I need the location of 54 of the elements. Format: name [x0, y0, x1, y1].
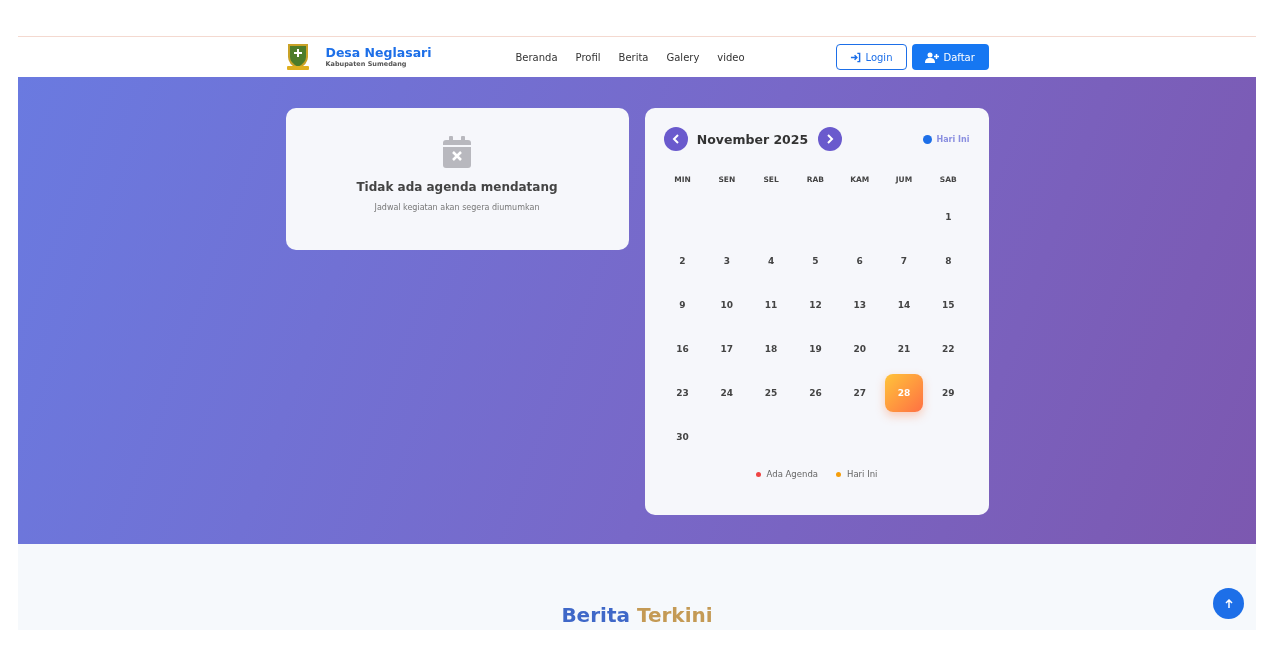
nav-link[interactable]: Galery [666, 51, 700, 63]
shield-logo-icon [285, 43, 310, 71]
month-title: November 2025 [695, 131, 810, 147]
calendar-day[interactable]: 3 [707, 242, 746, 280]
empty-agenda-text: Jadwal kegiatan akan segera diumumkan [374, 203, 540, 212]
scroll-to-top-button[interactable] [1213, 588, 1244, 619]
calendar-day[interactable]: 4 [752, 242, 791, 280]
section-heading: Berita Terkini [561, 602, 713, 628]
next-month-button[interactable] [817, 127, 842, 151]
calendar-day[interactable]: 2 [663, 242, 702, 280]
legend-label: Hari Ini [847, 469, 878, 479]
calendar-day[interactable]: 23 [663, 374, 702, 412]
calendar-day[interactable]: 7 [885, 242, 923, 280]
calendar-day[interactable]: 6 [840, 242, 879, 280]
calendar-day[interactable]: 26 [796, 374, 835, 412]
empty-agenda-title: Tidak ada agenda mendatang [356, 180, 558, 194]
today-indicator-dot [922, 134, 932, 144]
chevron-right-icon [825, 134, 834, 144]
calendar-day[interactable]: 21 [885, 330, 923, 368]
chevron-left-icon [671, 134, 680, 144]
calendar-day[interactable]: 8 [929, 242, 968, 280]
nav-link[interactable]: Beranda [515, 51, 558, 63]
nav-link[interactable]: video [717, 51, 745, 63]
nav-link[interactable]: Berita [618, 51, 649, 63]
nav-link[interactable]: Profil [575, 51, 601, 63]
calendar-day[interactable]: 10 [707, 286, 746, 324]
calendar-day[interactable]: 11 [752, 286, 791, 324]
calendar-day[interactable]: 5 [796, 242, 835, 280]
calendar-day[interactable]: 15 [929, 286, 968, 324]
site-name[interactable]: Desa Neglasari [325, 46, 432, 59]
previous-month-button[interactable] [663, 127, 688, 151]
calendar-day[interactable]: 19 [796, 330, 835, 368]
arrow-up-icon [1223, 598, 1234, 609]
add-user-icon [924, 51, 939, 63]
legend-label: Ada Agenda [766, 469, 818, 479]
calendar-day[interactable]: 20 [840, 330, 879, 368]
calendar-day[interactable]: 25 [752, 374, 791, 412]
calendar-day[interactable]: 13 [840, 286, 879, 324]
calendar-day[interactable]: 24 [707, 374, 746, 412]
calendar-day[interactable]: 30 [663, 418, 702, 456]
register-button[interactable]: Daftar [911, 44, 989, 70]
calendar-day[interactable]: 22 [929, 330, 968, 368]
calendar-day[interactable]: 27 [840, 374, 879, 412]
calendar-day[interactable]: 9 [663, 286, 702, 324]
login-icon [849, 51, 861, 63]
calendar-day[interactable]: 18 [752, 330, 791, 368]
calendar-day[interactable]: 1 [929, 198, 968, 236]
calendar-day[interactable]: 14 [885, 286, 923, 324]
calendar-cross-icon [443, 136, 471, 168]
calendar-day[interactable]: 29 [929, 374, 968, 412]
calendar-day[interactable]: 12 [796, 286, 835, 324]
calendar-day[interactable]: 17 [707, 330, 746, 368]
calendar-day[interactable]: 16 [663, 330, 702, 368]
login-button[interactable]: Login [835, 44, 907, 70]
